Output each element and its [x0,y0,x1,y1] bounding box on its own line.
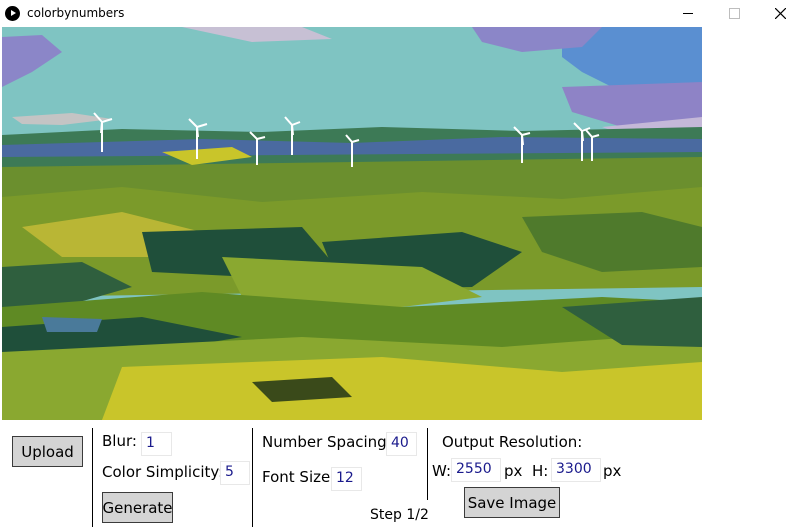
divider [252,428,253,527]
width-input[interactable]: 2550 [451,458,501,482]
minimize-button[interactable] [665,0,711,27]
height-input[interactable]: 3300 [551,458,601,482]
app-play-icon [5,6,20,21]
upload-button[interactable]: Upload [12,436,83,467]
width-unit-label: px [504,462,523,480]
blur-label: Blur: [102,432,137,450]
close-button[interactable] [757,0,803,27]
height-unit-label: px [603,462,622,480]
font-size-label: Font Size: [262,468,336,486]
window-title: colorbynumbers [27,6,125,20]
save-image-button[interactable]: Save Image [464,487,560,518]
height-label: H: [532,462,549,480]
divider [427,428,428,500]
minimize-icon [683,13,693,14]
close-icon [774,8,786,19]
color-simplicity-input[interactable]: 5 [220,461,250,485]
width-label: W: [432,462,452,480]
posterized-landscape-photo [2,27,702,420]
font-size-input[interactable]: 12 [331,467,362,491]
color-simplicity-label: Color Simplicity: [102,463,224,481]
step-indicator: Step 1/2 [370,507,429,523]
number-spacing-input[interactable]: 40 [386,432,417,456]
blur-input[interactable]: 1 [141,432,172,456]
title-bar: colorbynumbers [0,0,803,27]
image-canvas [2,27,702,420]
divider [92,428,93,527]
maximize-icon [728,8,740,19]
number-spacing-label: Number Spacing: [262,433,392,451]
generate-button[interactable]: Generate [102,492,173,523]
output-resolution-label: Output Resolution: [442,433,583,451]
maximize-button[interactable] [711,0,757,27]
